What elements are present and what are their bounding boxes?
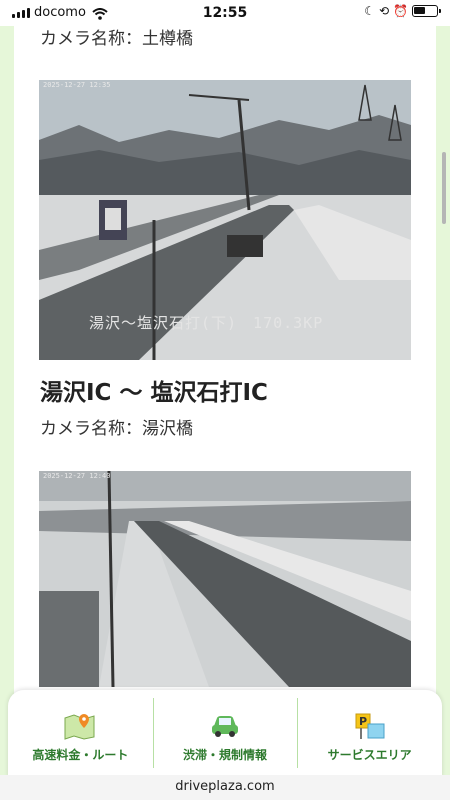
- svg-text:P: P: [359, 715, 367, 728]
- alarm-icon: ⏰: [393, 4, 408, 18]
- camera-timestamp: 2025-12-27 12:40: [43, 472, 111, 480]
- page-frame-right: [436, 0, 450, 800]
- page-frame-left: [0, 0, 14, 800]
- bottom-nav: 高速料金・ルート 渋滞・規制情報 P サービスエリア: [8, 690, 442, 778]
- nav-label: 渋滞・規制情報: [183, 748, 268, 762]
- status-bar: docomo 12:55 ☾ ⟲ ⏰: [0, 0, 450, 26]
- battery-icon: [412, 5, 441, 17]
- camera-name-label: カメラ名称：湯沢橋: [40, 419, 193, 439]
- url-text: driveplaza.com: [175, 779, 275, 794]
- nav-label: 高速料金・ルート: [32, 748, 129, 762]
- rotation-lock-icon: ⟲: [378, 4, 390, 18]
- scrollbar[interactable]: [442, 152, 446, 224]
- car-icon: [209, 712, 241, 740]
- map-pin-icon: [64, 712, 96, 740]
- camera-image[interactable]: 2025-12-27 12:40: [39, 471, 411, 687]
- nav-item-service-area[interactable]: P サービスエリア: [297, 690, 442, 778]
- nav-label: サービスエリア: [327, 748, 412, 762]
- url-bar[interactable]: driveplaza.com: [0, 775, 450, 800]
- camera-timestamp: 2025-12-27 12:35: [43, 81, 111, 89]
- moon-icon: ☾: [364, 4, 375, 18]
- camera-name-label: カメラ名称：土樽橋: [40, 29, 193, 49]
- parking-icon: P: [354, 712, 386, 740]
- nav-item-traffic[interactable]: 渋滞・規制情報: [152, 690, 298, 778]
- section-title: 湯沢IC 〜 塩沢石打IC: [40, 380, 268, 406]
- camera-image[interactable]: 湯沢～塩沢石打(下) 170.3KP 2025-12-27 12:35: [39, 80, 411, 360]
- nav-item-toll-route[interactable]: 高速料金・ルート: [8, 690, 153, 778]
- camera-overlay-text: 湯沢～塩沢石打(下) 170.3KP: [89, 314, 324, 332]
